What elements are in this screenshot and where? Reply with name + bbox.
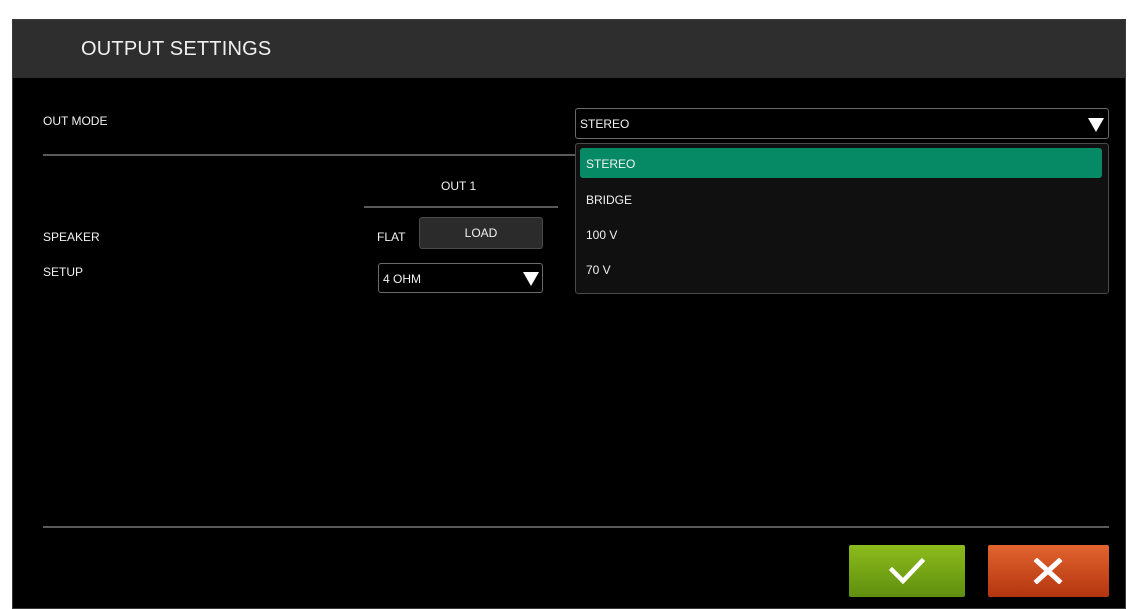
impedance-select[interactable]: 4 OHM [378,263,543,293]
output-settings-dialog: OUTPUT SETTINGS OUT MODE STEREO OUT 1 SP… [12,19,1126,609]
dialog-header: OUTPUT SETTINGS [13,20,1125,78]
option-100v[interactable]: 100 V [580,219,1102,249]
out-mode-select[interactable]: STEREO [575,108,1109,139]
dialog-title: OUTPUT SETTINGS [81,38,272,60]
out-mode-label: OUT MODE [43,114,108,128]
eq-value-flat: FLAT [377,230,406,244]
caret-down-icon[interactable] [523,272,539,286]
confirm-button[interactable] [849,545,965,597]
cancel-button[interactable] [988,545,1109,597]
divider-bottom [43,526,1109,528]
close-x-icon [1033,558,1063,584]
column-underline [364,206,558,208]
load-button[interactable]: LOAD [419,217,543,249]
column-header-out-1: OUT 1 [441,179,477,193]
option-bridge[interactable]: BRIDGE [580,184,1102,214]
impedance-select-value: 4 OHM [383,272,422,286]
out-mode-select-value: STEREO [580,117,630,131]
option-stereo[interactable]: STEREO [580,148,1102,178]
caret-down-icon[interactable] [1088,118,1104,132]
setup-label: SETUP [43,265,84,279]
divider-top [43,154,575,156]
option-70v[interactable]: 70 V [580,254,1102,284]
speaker-label: SPEAKER [43,230,100,244]
out-mode-dropdown-menu: STEREO BRIDGE 100 V 70 V [575,143,1109,294]
checkmark-icon [889,557,925,585]
